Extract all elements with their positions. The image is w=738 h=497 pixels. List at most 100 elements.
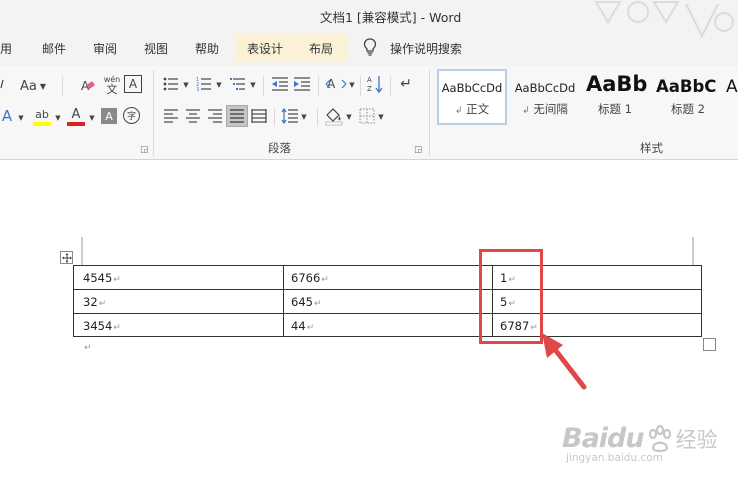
justify-icon[interactable] <box>226 105 248 127</box>
clear-formatting-icon[interactable]: A <box>79 76 97 94</box>
highlight-box <box>479 249 543 344</box>
distributed-icon[interactable] <box>251 108 267 124</box>
font-color-swatch <box>67 122 85 126</box>
tab-partial-reference[interactable]: 用 <box>0 40 12 57</box>
chevron-down-icon[interactable]: ▼ <box>348 80 356 90</box>
style-normal-sample: AaBbCcDd <box>441 81 503 95</box>
page-corner-right-icon <box>692 237 694 265</box>
tab-help[interactable]: 帮助 <box>195 40 219 57</box>
change-case-button[interactable]: Aa ▼ <box>16 77 50 95</box>
table-cell[interactable]: 6766↵ <box>291 271 329 285</box>
window-title: 文档1 [兼容模式] - Word <box>320 10 462 25</box>
chevron-down-icon[interactable]: ▼ <box>377 112 385 122</box>
table-cell[interactable]: 4545↵ <box>83 271 121 285</box>
table-cell[interactable]: 3454↵ <box>83 319 121 333</box>
decorative-pattern-icon <box>594 0 734 39</box>
divider <box>390 76 391 96</box>
bullets-icon[interactable] <box>163 76 179 92</box>
show-paragraph-marks-icon[interactable]: ↵ <box>398 76 414 92</box>
annotation-arrow-icon <box>542 333 587 390</box>
highlight-label: ab <box>35 107 49 121</box>
align-left-icon[interactable] <box>163 108 179 124</box>
cell-value: 4545 <box>83 271 113 285</box>
word-window: 文档1 [兼容模式] - Word 用 邮件 审阅 视图 帮助 表设计 布局 操… <box>0 0 738 497</box>
svg-text:3: 3 <box>196 87 199 91</box>
baidu-jingyan-watermark: Baidu 经验 jingyan.baidu.com <box>562 423 718 464</box>
increase-indent-icon[interactable] <box>293 76 311 92</box>
align-center-icon[interactable] <box>185 108 201 124</box>
document-page: 4545↵ 6766↵ 1↵ 32↵ 645↵ 5↵ 3454↵ 44↵ 678… <box>0 161 738 497</box>
change-case-label: Aa <box>19 78 37 94</box>
style-heading-1-label: 标题 1 <box>598 102 632 116</box>
style-heading-2[interactable]: AaBbC 标题 2 <box>653 69 723 125</box>
chevron-down-icon[interactable]: ▼ <box>215 80 223 90</box>
svg-text:A: A <box>327 77 336 91</box>
paragraph-mark-icon: ↵ <box>84 343 92 353</box>
tab-view[interactable]: 视图 <box>144 40 168 57</box>
divider <box>62 76 63 96</box>
character-shading-button[interactable]: A <box>101 108 117 124</box>
table-cell[interactable]: 44↵ <box>291 319 314 333</box>
tab-review[interactable]: 审阅 <box>93 40 117 57</box>
cell-value: 44 <box>291 319 306 333</box>
tab-table-design[interactable]: 表设计 <box>235 34 297 62</box>
table-resize-handle[interactable] <box>703 338 716 351</box>
chevron-down-icon[interactable]: ▼ <box>88 113 96 123</box>
lightbulb-icon[interactable] <box>363 38 377 60</box>
table-cell[interactable]: 645↵ <box>291 295 322 309</box>
paragraph-mark-icon: ↵ <box>113 275 121 285</box>
table-col-divider <box>283 266 284 336</box>
numbering-icon[interactable]: 123 <box>196 76 212 92</box>
chevron-down-icon[interactable]: ▼ <box>182 80 190 90</box>
title-bar: 文档1 [兼容模式] - Word 用 邮件 审阅 视图 帮助 表设计 布局 操… <box>0 0 738 66</box>
decrease-indent-icon[interactable] <box>271 76 289 92</box>
chevron-down-icon[interactable]: ▼ <box>54 113 62 123</box>
paragraph-mark-icon: ↵ <box>98 299 107 309</box>
phonetic-char: 文 <box>106 83 118 96</box>
style-no-spacing-name: ↲ 无间隔 <box>510 101 580 117</box>
font-color-button[interactable]: A <box>66 106 86 128</box>
paragraph-mark-icon: ↵ <box>113 323 121 333</box>
character-border-button[interactable]: A <box>124 75 142 93</box>
enclose-characters-button[interactable]: 字 <box>123 107 140 124</box>
style-heading-1[interactable]: AaBb 标题 1 <box>583 69 647 125</box>
watermark-brand: Baidu <box>562 423 645 454</box>
table-move-handle-icon[interactable] <box>60 251 73 264</box>
chevron-down-icon[interactable]: ▼ <box>300 112 308 122</box>
chevron-down-icon[interactable]: ▼ <box>249 80 257 90</box>
divider <box>317 108 318 126</box>
text-highlight-button[interactable]: ab <box>32 106 52 128</box>
multilevel-list-icon[interactable] <box>230 76 246 92</box>
table-row-divider <box>74 289 701 290</box>
chinese-layout-icon[interactable]: A <box>325 75 347 93</box>
tab-layout[interactable]: 布局 <box>297 34 347 62</box>
chevron-down-icon[interactable]: ▼ <box>17 113 25 123</box>
watermark-cn: 经验 <box>675 427 718 452</box>
style-title-partial[interactable]: A <box>726 69 738 125</box>
group-divider <box>429 70 430 156</box>
tell-me-search[interactable]: 操作说明搜索 <box>390 40 462 57</box>
page-corner-left-icon <box>81 237 83 265</box>
phonetic-guide-button[interactable]: wén 文 <box>101 74 123 96</box>
text-effects-button[interactable]: A <box>0 107 14 125</box>
font-color-label: A <box>71 107 81 122</box>
chevron-down-icon[interactable]: ▼ <box>345 112 353 122</box>
sort-icon[interactable]: AZ <box>367 74 385 94</box>
paragraph-shading-icon[interactable] <box>324 106 344 126</box>
style-no-spacing[interactable]: AaBbCcDd ↲ 无间隔 <box>510 69 580 125</box>
style-normal[interactable]: AaBbCcDd ↲ 正文 <box>437 69 507 125</box>
table-cell[interactable]: 32↵ <box>83 295 106 309</box>
line-spacing-icon[interactable] <box>281 107 299 125</box>
borders-icon[interactable] <box>359 108 375 124</box>
ribbon: Aa ▼ A wén 文 A A ▼ ab ▼ A ▼ A 字 ◲ ▼ 1 2 … <box>0 66 738 160</box>
tab-mailings[interactable]: 邮件 <box>42 40 66 57</box>
font-dialog-launcher-icon[interactable]: ◲ <box>140 145 149 155</box>
style-title-partial-sample: A <box>726 77 738 97</box>
align-right-icon[interactable] <box>207 108 223 124</box>
paragraph-mark-icon: ↵ <box>313 299 322 309</box>
font-shrink-partial-icon[interactable] <box>0 76 4 92</box>
cell-value: 645 <box>291 295 313 309</box>
paragraph-mark-icon: ↵ <box>321 275 329 285</box>
paragraph-group-label: 段落 <box>268 141 291 155</box>
paragraph-dialog-launcher-icon[interactable]: ◲ <box>414 145 423 155</box>
